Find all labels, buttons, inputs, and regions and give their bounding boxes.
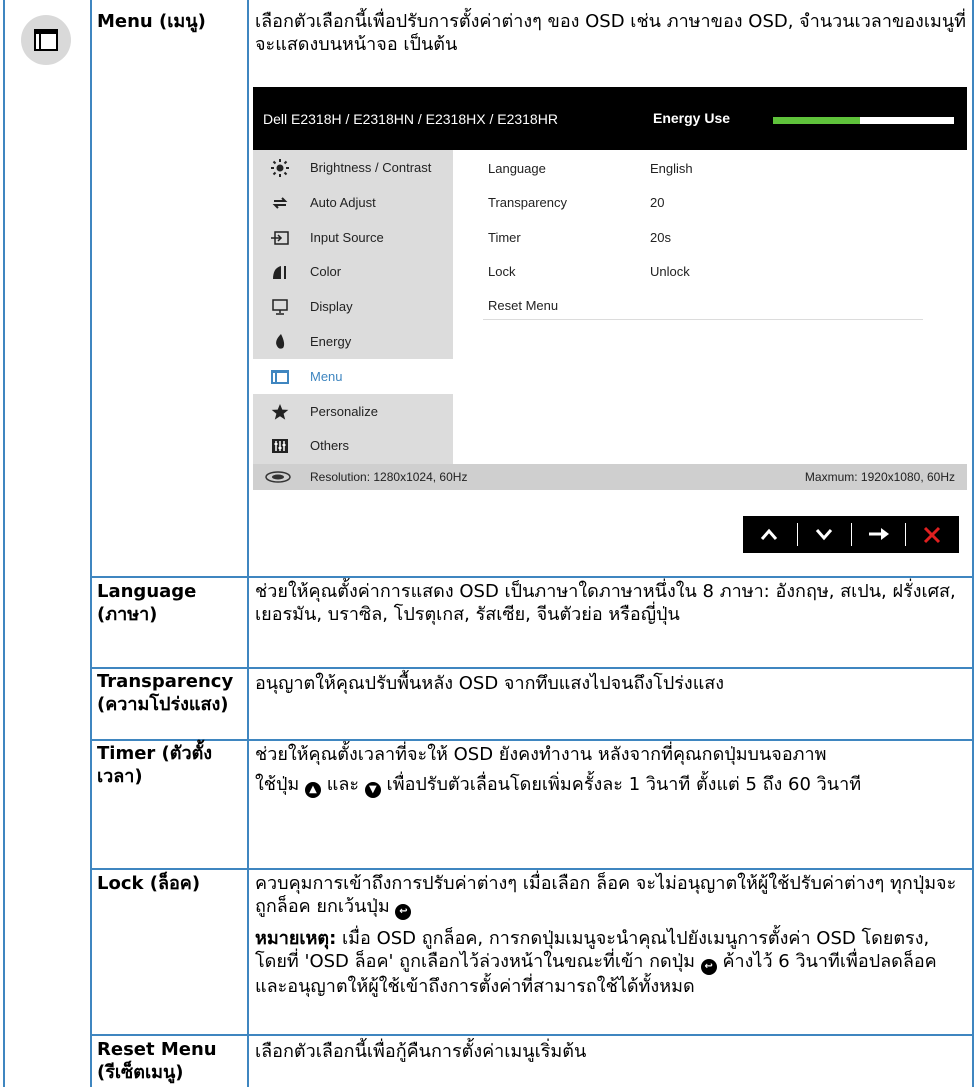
lock-row-description: ควบคุมการเข้าถึงการปรับค่าต่างๆ เมื่อเลื… — [255, 872, 967, 998]
osd-menu-list: Brightness / Contrast Auto Adjust Input So… — [253, 150, 453, 464]
osd-menu-item-menu[interactable]: Menu — [253, 358, 453, 394]
down-arrow-button[interactable] — [798, 516, 851, 553]
others-icon — [271, 437, 289, 455]
osd-menu-item-input-source[interactable]: Input Source — [253, 220, 453, 255]
osd-menu-item-personalize[interactable]: Personalize — [253, 394, 453, 429]
reset-menu-row-description: เลือกตัวเลือกนี้เพื่อกู้คืนการตั้งค่าเมน… — [255, 1041, 587, 1062]
up-arrow-button[interactable] — [743, 516, 796, 553]
osd-menu-item-label: Personalize — [310, 403, 378, 419]
osd-menu-item-label: Auto Adjust — [310, 194, 376, 210]
osd-menu-item-label: Others — [310, 438, 350, 454]
row-divider — [90, 576, 974, 578]
menu-icon — [271, 368, 289, 386]
setting-value-language: English — [650, 161, 693, 176]
osd-model-name: Dell E2318H / E2318HN / E2318HX / E2318H… — [263, 111, 558, 127]
table-border-col2 — [247, 0, 249, 1087]
table-border-right — [972, 0, 974, 1087]
color-icon — [271, 263, 289, 281]
setting-value-timer: 20s — [650, 230, 671, 245]
back-circle-icon: ↩ — [700, 959, 717, 975]
display-icon — [271, 298, 289, 316]
menu-row-label: Menu (เมนู) — [97, 11, 206, 32]
timer-row-label: Timer (ตัวตั้งเวลา) — [97, 743, 213, 787]
osd-resolution: Resolution: 1280x1024, 60Hz — [310, 470, 468, 484]
row-divider — [90, 739, 974, 741]
osd-menu-item-label: Menu — [310, 368, 343, 384]
close-button[interactable] — [906, 516, 959, 553]
osd-menu-item-auto-adjust[interactable]: Auto Adjust — [253, 185, 453, 220]
energy-use-bar — [773, 117, 954, 124]
note-label: หมายเหตุ: — [255, 928, 337, 949]
down-arrow-icon — [815, 529, 833, 541]
lock-description-line1: ควบคุมการเข้าถึงการปรับค่าต่างๆ เมื่อเลื… — [255, 872, 967, 920]
brightness-icon — [271, 159, 289, 177]
right-arrow-button[interactable] — [852, 516, 905, 553]
resolution-icon — [265, 471, 291, 483]
energy-icon — [271, 333, 289, 351]
timer-description-line1: ช่วยให้คุณตั้งเวลาที่จะให้ OSD ยังคงทำงา… — [255, 744, 827, 765]
osd-settings-panel: Language English Transparency 20 Timer 2… — [453, 150, 967, 464]
osd-maximum-resolution: Maxmum: 1920x1080, 60Hz — [804, 470, 955, 484]
language-row-description: ช่วยให้คุณตั้งค่าการแสดง OSD เป็นภาษาใดภ… — [255, 581, 956, 625]
energy-use-fill — [773, 117, 860, 124]
setting-name-lock: Lock — [488, 264, 516, 279]
reset-menu-row-label: Reset Menu (รีเซ็ตเมนู) — [97, 1039, 217, 1083]
star-icon — [271, 403, 289, 421]
setting-divider — [483, 319, 923, 320]
up-circle-icon: ▲ — [305, 782, 322, 798]
lock-text: ควบคุมการเข้าถึงการปรับค่าต่างๆ เมื่อเลื… — [255, 873, 957, 917]
input-source-icon — [271, 229, 289, 247]
osd-menu-item-color[interactable]: Color — [253, 254, 453, 289]
table-border-col1 — [90, 0, 92, 1087]
setting-value-transparency: 20 — [650, 195, 665, 210]
osd-menu-item-label: Display — [310, 299, 353, 315]
timer-text-range: เพื่อปรับตัวเลื่อนโดยเพิ่มครั้งละ 1 วินา… — [386, 774, 862, 795]
osd-menu-item-energy[interactable]: Energy — [253, 324, 453, 359]
setting-name-timer: Timer — [488, 230, 521, 245]
lock-row-label: Lock (ล็อค) — [97, 873, 201, 894]
osd-menu-item-label: Color — [310, 264, 342, 280]
lock-note: หมายเหตุ: เมื่อ OSD ถูกล็อค, การกดปุ่มเม… — [255, 927, 967, 998]
osd-menu-item-brightness-contrast[interactable]: Brightness / Contrast — [253, 150, 453, 185]
table-border-left — [3, 0, 5, 1087]
timer-text-use-button: ใช้ปุ่ม — [255, 774, 300, 795]
auto-adjust-icon — [271, 194, 289, 212]
menu-section-icon — [21, 15, 71, 65]
osd-screenshot: Dell E2318H / E2318HN / E2318HX / E2318H… — [253, 87, 967, 490]
osd-energy-label: Energy Use — [653, 110, 731, 126]
transparency-row-label: Transparency (ความโปร่งแสง) — [97, 671, 234, 715]
osd-menu-item-label: Energy — [310, 334, 352, 349]
setting-name-transparency: Transparency — [488, 195, 567, 210]
timer-row-description: ช่วยให้คุณตั้งเวลาที่จะให้ OSD ยังคงทำงา… — [255, 743, 967, 798]
transparency-row-description: อนุญาตให้คุณปรับพื้นหลัง OSD จากทึบแสงไป… — [255, 673, 725, 694]
back-circle-icon: ↩ — [395, 904, 412, 920]
osd-menu-item-others[interactable]: Others — [253, 428, 453, 463]
down-circle-icon: ▼ — [364, 782, 381, 798]
close-icon — [923, 526, 941, 544]
osd-menu-item-label: Brightness / Contrast — [310, 160, 432, 175]
up-arrow-icon — [760, 528, 778, 540]
menu-row-description: เลือกตัวเลือกนี้เพื่อปรับการตั้งค่าต่างๆ… — [255, 11, 967, 55]
language-row-label: Language (ภาษา) — [97, 581, 197, 625]
timer-description-line2: ใช้ปุ่ม ▲ และ ▼ เพื่อปรับตัวเลื่อนโดยเพิ… — [255, 773, 967, 798]
right-arrow-icon — [869, 528, 889, 540]
row-divider — [90, 1034, 974, 1036]
row-divider — [90, 667, 974, 669]
osd-navigation-buttons — [743, 516, 959, 553]
setting-name-language: Language — [488, 161, 546, 176]
osd-menu-item-display[interactable]: Display — [253, 289, 453, 324]
osd-status-bar: Resolution: 1280x1024, 60Hz Maxmum: 1920… — [253, 464, 967, 490]
setting-name-reset-menu: Reset Menu — [488, 298, 559, 313]
osd-menu-item-label: Input Source — [310, 229, 384, 245]
timer-text-and: และ — [326, 774, 360, 795]
row-divider — [90, 868, 974, 870]
osd-header: Dell E2318H / E2318HN / E2318HX / E2318H… — [253, 87, 967, 150]
setting-value-lock: Unlock — [650, 264, 690, 279]
